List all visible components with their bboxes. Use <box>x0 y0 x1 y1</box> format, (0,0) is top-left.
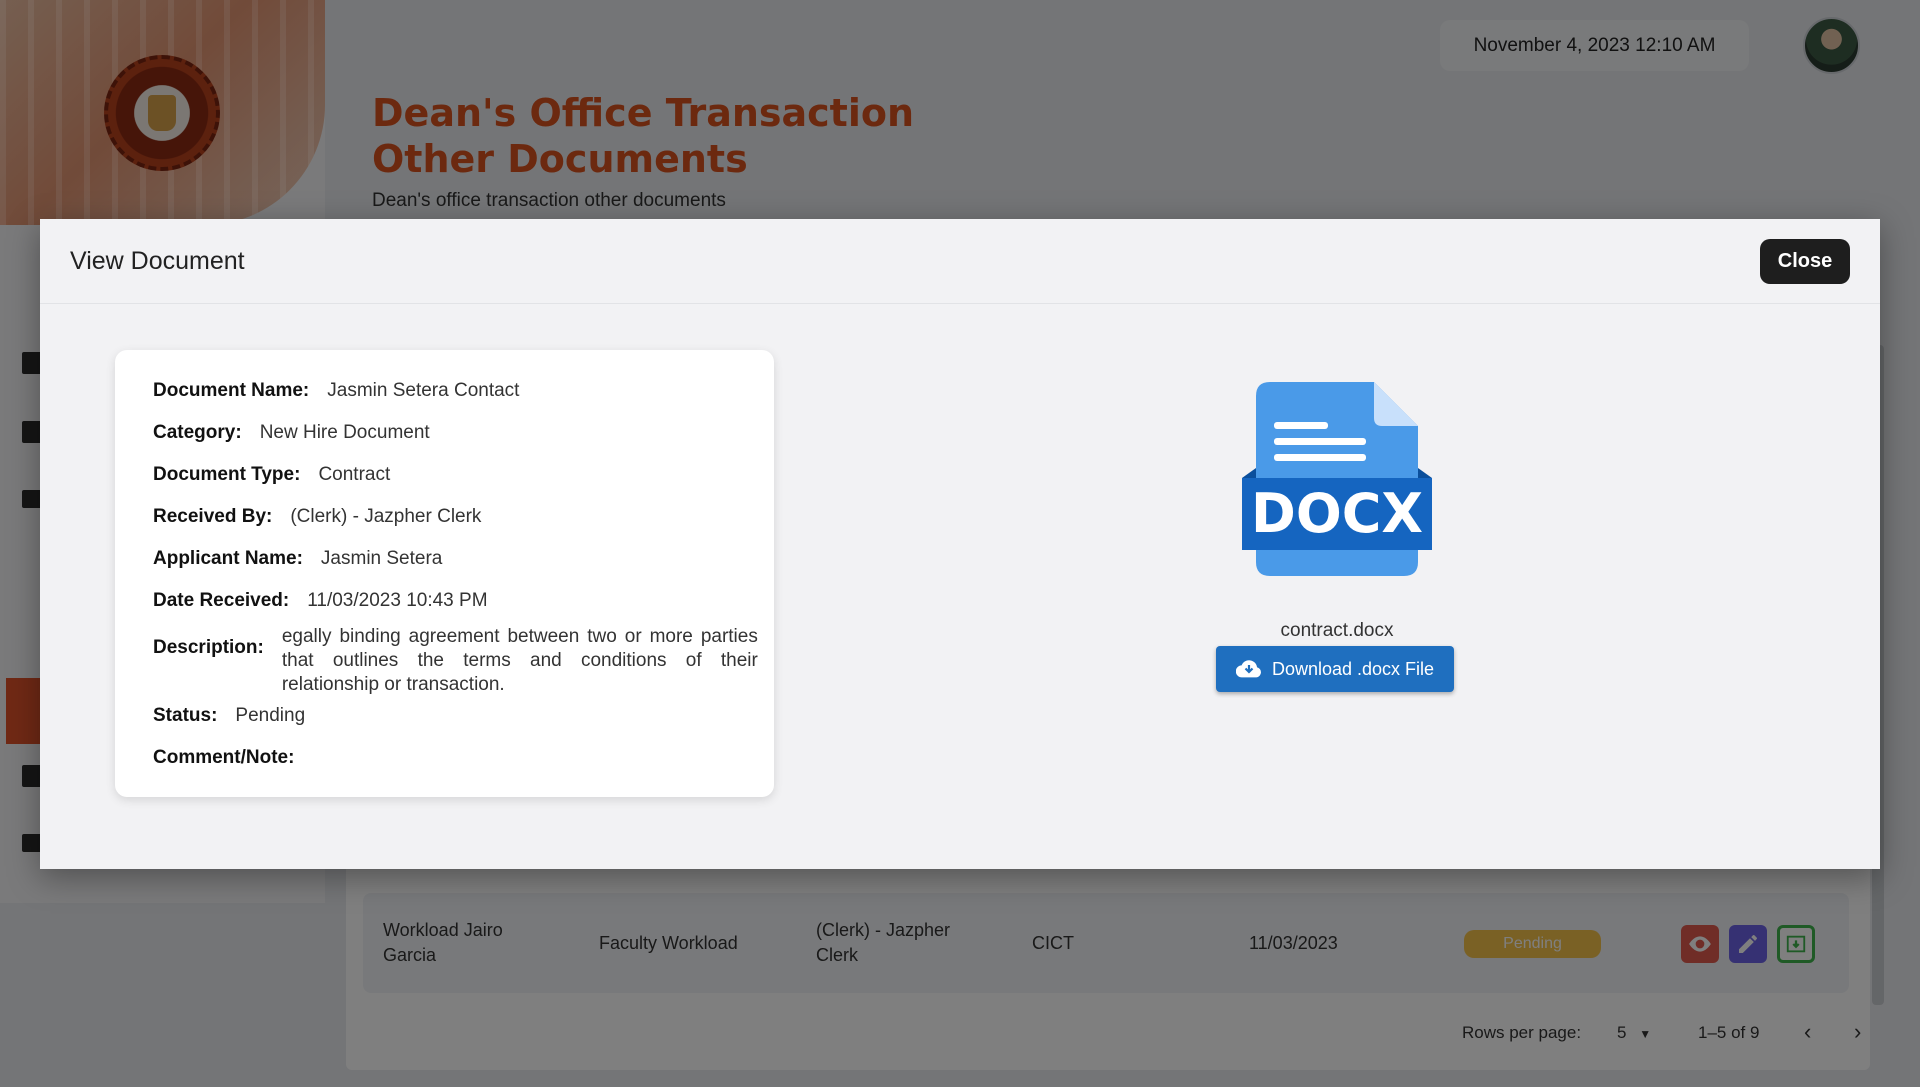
field-description: Description: egally binding agreement be… <box>153 626 758 695</box>
field-received-by: Received By: (Clerk) - Jazpher Clerk <box>153 506 482 527</box>
download-button-label: Download .docx File <box>1271 658 1435 679</box>
document-details-card: Document Name: Jasmin Setera Contact Cat… <box>115 350 774 797</box>
field-date-received: Date Received: 11/03/2023 10:43 PM <box>153 590 488 611</box>
field-document-name: Document Name: Jasmin Setera Contact <box>153 380 520 401</box>
docx-icon-label: DOCX <box>1251 482 1423 545</box>
field-document-type: Document Type: Contract <box>153 464 391 485</box>
modal-header: View Document Close <box>40 219 1880 304</box>
close-button[interactable]: Close <box>1760 239 1850 284</box>
modal-title: View Document <box>70 247 245 275</box>
field-category: Category: New Hire Document <box>153 422 430 443</box>
field-status: Status: Pending <box>153 705 306 726</box>
cloud-download-icon <box>1235 659 1262 679</box>
field-comment: Comment/Note: <box>153 747 295 768</box>
view-document-modal: View Document Close Document Name: Jasmi… <box>40 219 1880 869</box>
docx-file-icon: DOCX <box>1242 382 1432 576</box>
field-applicant-name: Applicant Name: Jasmin Setera <box>153 548 443 569</box>
file-name: contract.docx <box>1280 620 1394 641</box>
download-button[interactable]: Download .docx File <box>1216 646 1454 692</box>
